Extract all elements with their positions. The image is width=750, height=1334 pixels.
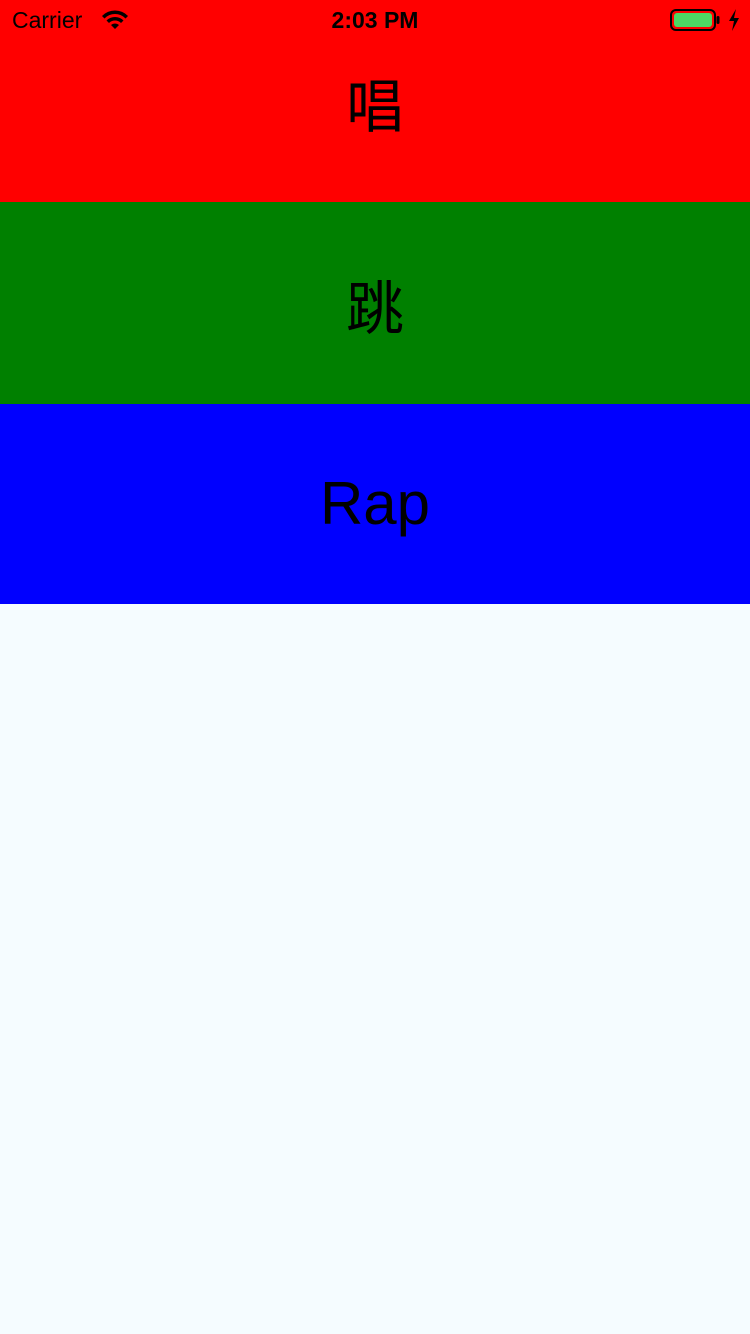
rap-label: Rap xyxy=(319,470,431,537)
sing-label: 唱 xyxy=(345,73,404,141)
color-rows: 唱 跳 Rap xyxy=(0,0,750,604)
charging-bolt-icon xyxy=(729,9,739,31)
status-bar: Carrier 2:03 PM xyxy=(0,0,750,40)
clock-time: 2:03 PM xyxy=(331,7,419,33)
dance-label: 跳 xyxy=(345,275,404,343)
row-rap: Rap xyxy=(0,404,750,604)
battery-icon xyxy=(670,9,720,31)
row-dance: 跳 xyxy=(0,202,750,404)
